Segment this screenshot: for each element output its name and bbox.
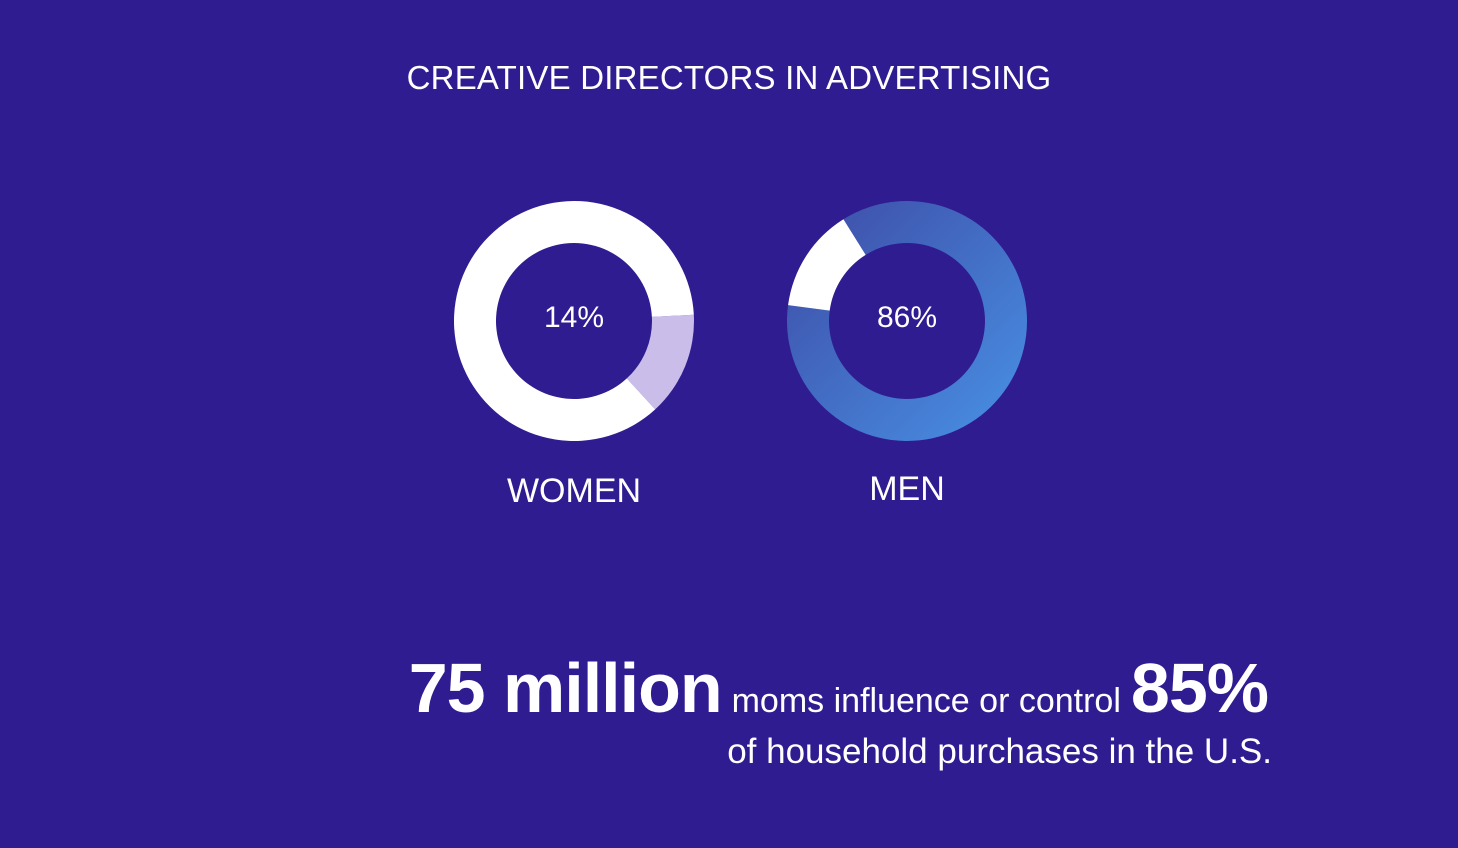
men-percent-label: 86% — [877, 301, 937, 334]
men-label: MEN — [869, 470, 945, 508]
stat-moms-count: 75 million — [408, 649, 723, 727]
women-label: WOMEN — [507, 472, 641, 510]
stat-middle-text: moms influence or control — [731, 682, 1121, 720]
stat-percent: 85% — [1130, 649, 1269, 727]
stat-subline: of household purchases in the U.S. — [727, 732, 1272, 771]
donut-men: 86% MEN — [787, 200, 1027, 508]
women-percent-label: 14% — [544, 301, 604, 334]
donut-women: 14% WOMEN — [454, 200, 695, 510]
